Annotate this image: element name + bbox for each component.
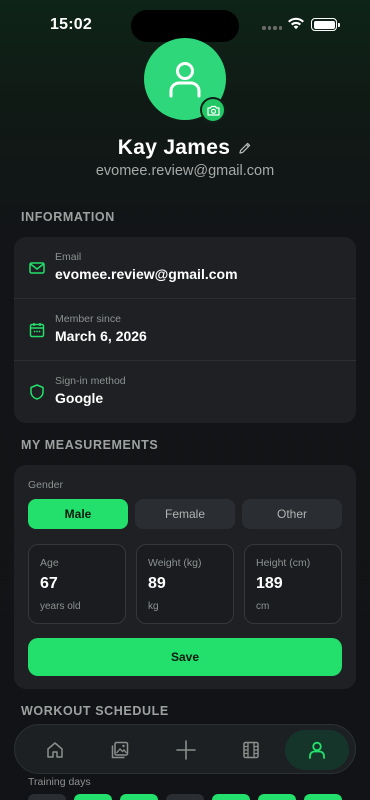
measurements-section-title: MY MEASUREMENTS [21,438,159,452]
measurements-card: Gender Male Female Other Age 67 years ol… [14,465,356,689]
plus-icon [176,740,196,760]
tab-home[interactable] [23,730,87,770]
gender-option-male[interactable]: Male [28,499,128,529]
battery-icon [311,18,340,31]
metric-value: 89 [148,575,166,592]
mail-icon [29,262,45,274]
cellular-signal-icon [262,26,282,30]
shield-icon [30,384,44,400]
metric-value: 189 [256,575,283,592]
workout-section-title: WORKOUT SCHEDULE [21,704,169,718]
gallery-icon [111,741,129,759]
gender-option-female[interactable]: Female [135,499,235,529]
metric-label: Age [40,557,59,569]
profile-icon [309,741,325,759]
gender-label: Gender [28,479,64,491]
profile-name: Kay James [117,136,231,159]
pencil-icon[interactable] [238,141,252,155]
training-day-chip[interactable] [28,794,66,800]
bottom-tab-bar [14,724,356,774]
info-row-sign-in-method[interactable]: Sign-in method Google [14,361,356,423]
tab-videos[interactable] [219,730,283,770]
metric-weight[interactable]: Weight (kg) 89 kg [136,544,234,624]
calendar-icon [29,323,45,338]
home-icon [47,742,63,758]
profile-name-row: Kay James [0,136,370,160]
info-value-sign-in-method: Google [55,390,104,406]
film-icon [243,741,259,759]
info-value-member-since: March 6, 2026 [55,328,147,344]
info-value-email: evomee.review@gmail.com [55,266,238,282]
gender-option-other[interactable]: Other [242,499,342,529]
metric-unit: kg [148,601,159,612]
wifi-icon [288,17,304,30]
training-days-label: Training days [28,776,91,788]
training-day-chip[interactable] [258,794,296,800]
user-icon [169,62,201,98]
tab-gallery[interactable] [88,730,152,770]
profile-email: evomee.review@gmail.com [95,163,275,179]
metric-unit: cm [256,601,270,612]
training-day-chip[interactable] [212,794,250,800]
camera-icon [206,105,220,116]
change-photo-button[interactable] [200,97,226,123]
training-day-chip[interactable] [166,794,204,800]
training-day-chip[interactable] [74,794,112,800]
tab-profile[interactable] [285,730,349,770]
info-row-member-since[interactable]: Member since March 6, 2026 [14,299,356,361]
info-label-email: Email [55,251,82,263]
info-label-member-since: Member since [55,313,121,325]
metric-label: Weight (kg) [148,557,202,569]
training-day-chip[interactable] [120,794,158,800]
tab-add[interactable] [154,730,218,770]
metric-unit: years old [40,601,81,612]
info-label-sign-in-method: Sign-in method [55,375,126,387]
metric-value: 67 [40,575,58,592]
status-time: 15:02 [50,16,92,33]
training-day-chip[interactable] [304,794,342,800]
metric-age[interactable]: Age 67 years old [28,544,126,624]
info-row-email[interactable]: Email evomee.review@gmail.com [14,237,356,299]
metric-label: Height (cm) [256,557,311,569]
information-card: Email evomee.review@gmail.com Member sin… [14,237,356,423]
information-section-title: INFORMATION [21,210,115,224]
save-button[interactable]: Save [28,638,342,676]
metric-height[interactable]: Height (cm) 189 cm [244,544,342,624]
